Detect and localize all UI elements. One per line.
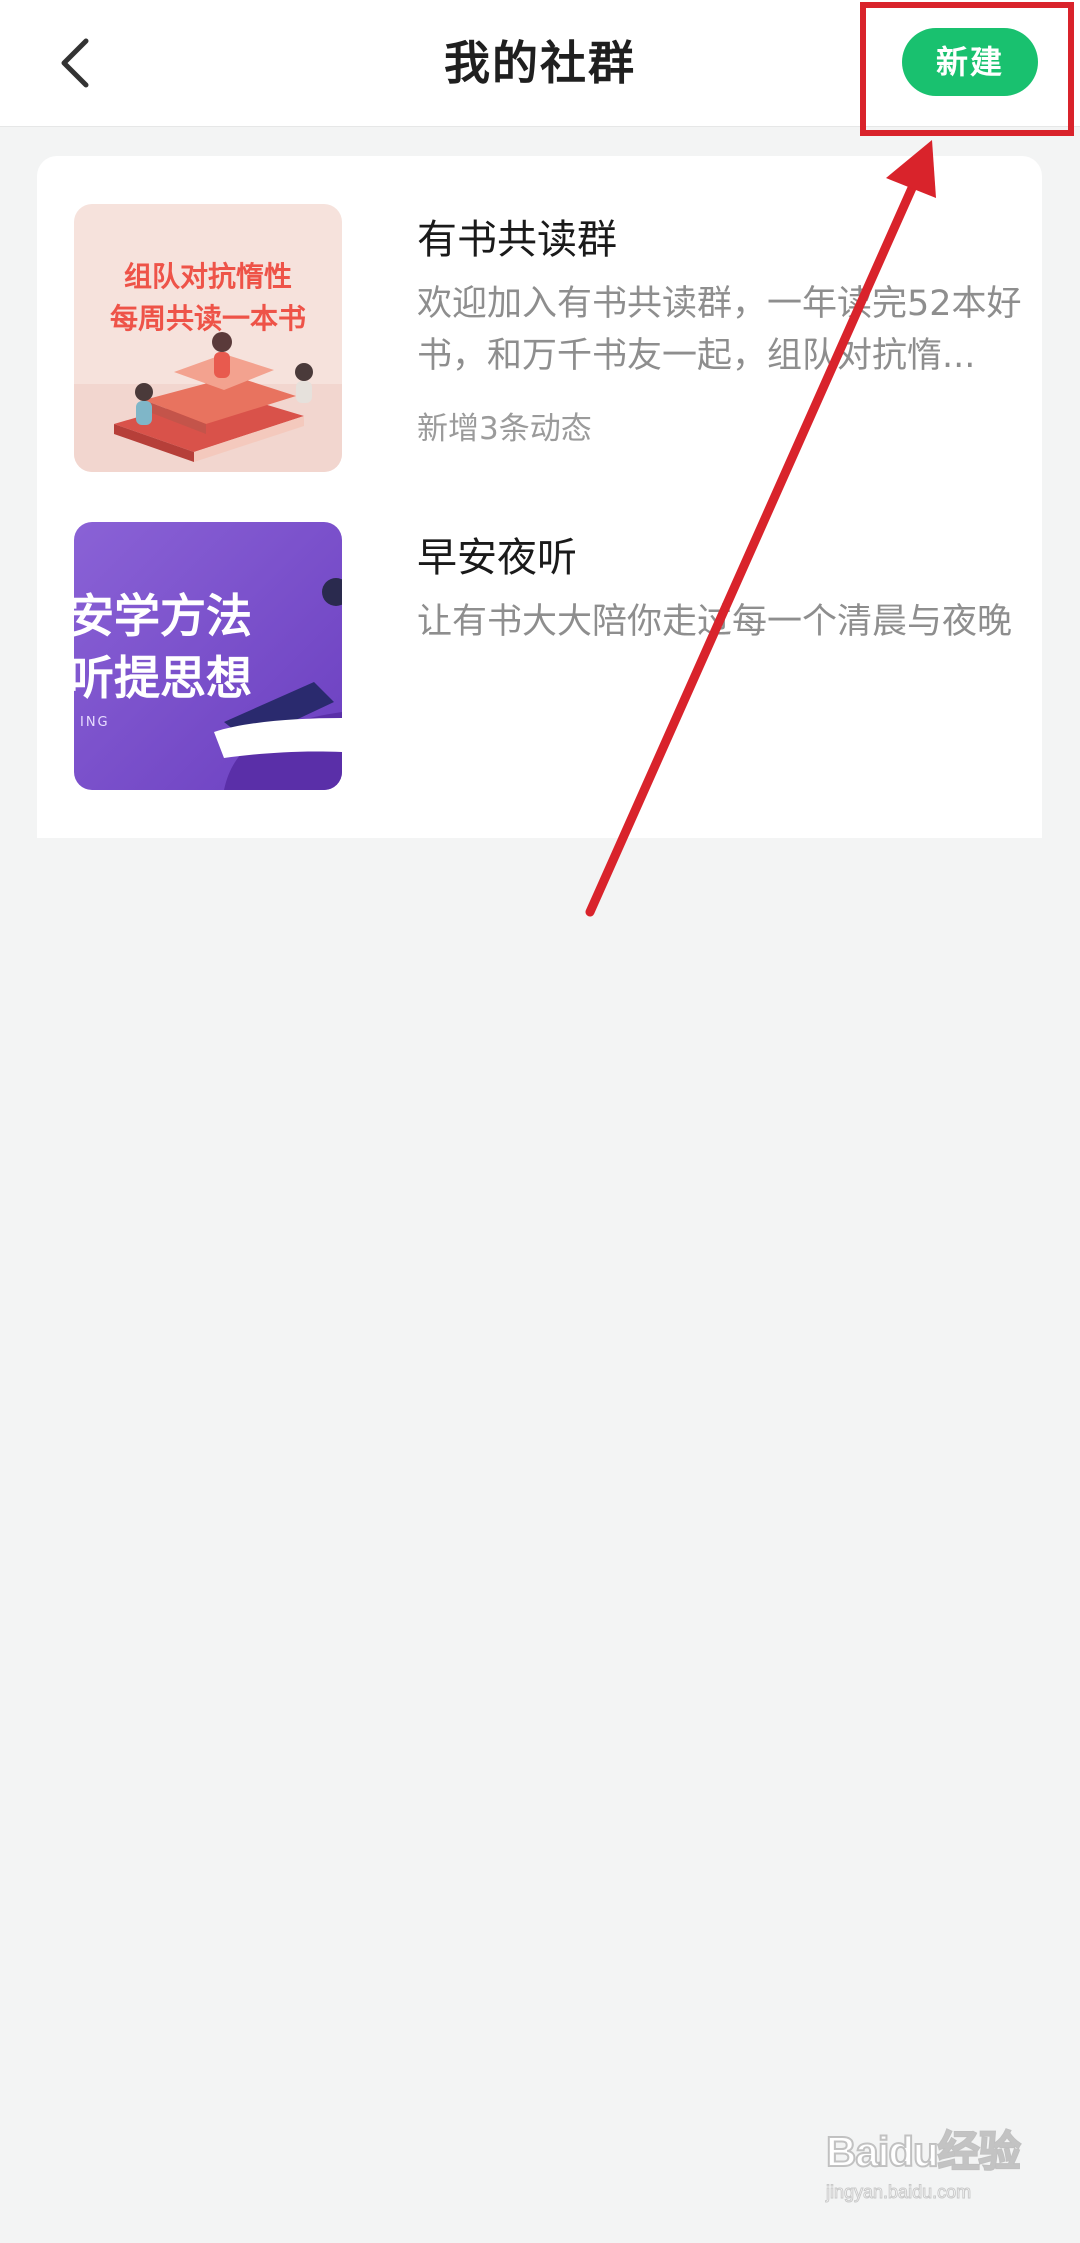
watermark-url: jingyan.baidu.com: [825, 2182, 972, 2203]
baidu-watermark: Baidu经验 jingyan.baidu.com: [825, 2108, 1056, 2218]
watermark-brand: Baidu经验: [825, 2127, 1022, 2176]
annotation-arrow: [585, 140, 936, 917]
